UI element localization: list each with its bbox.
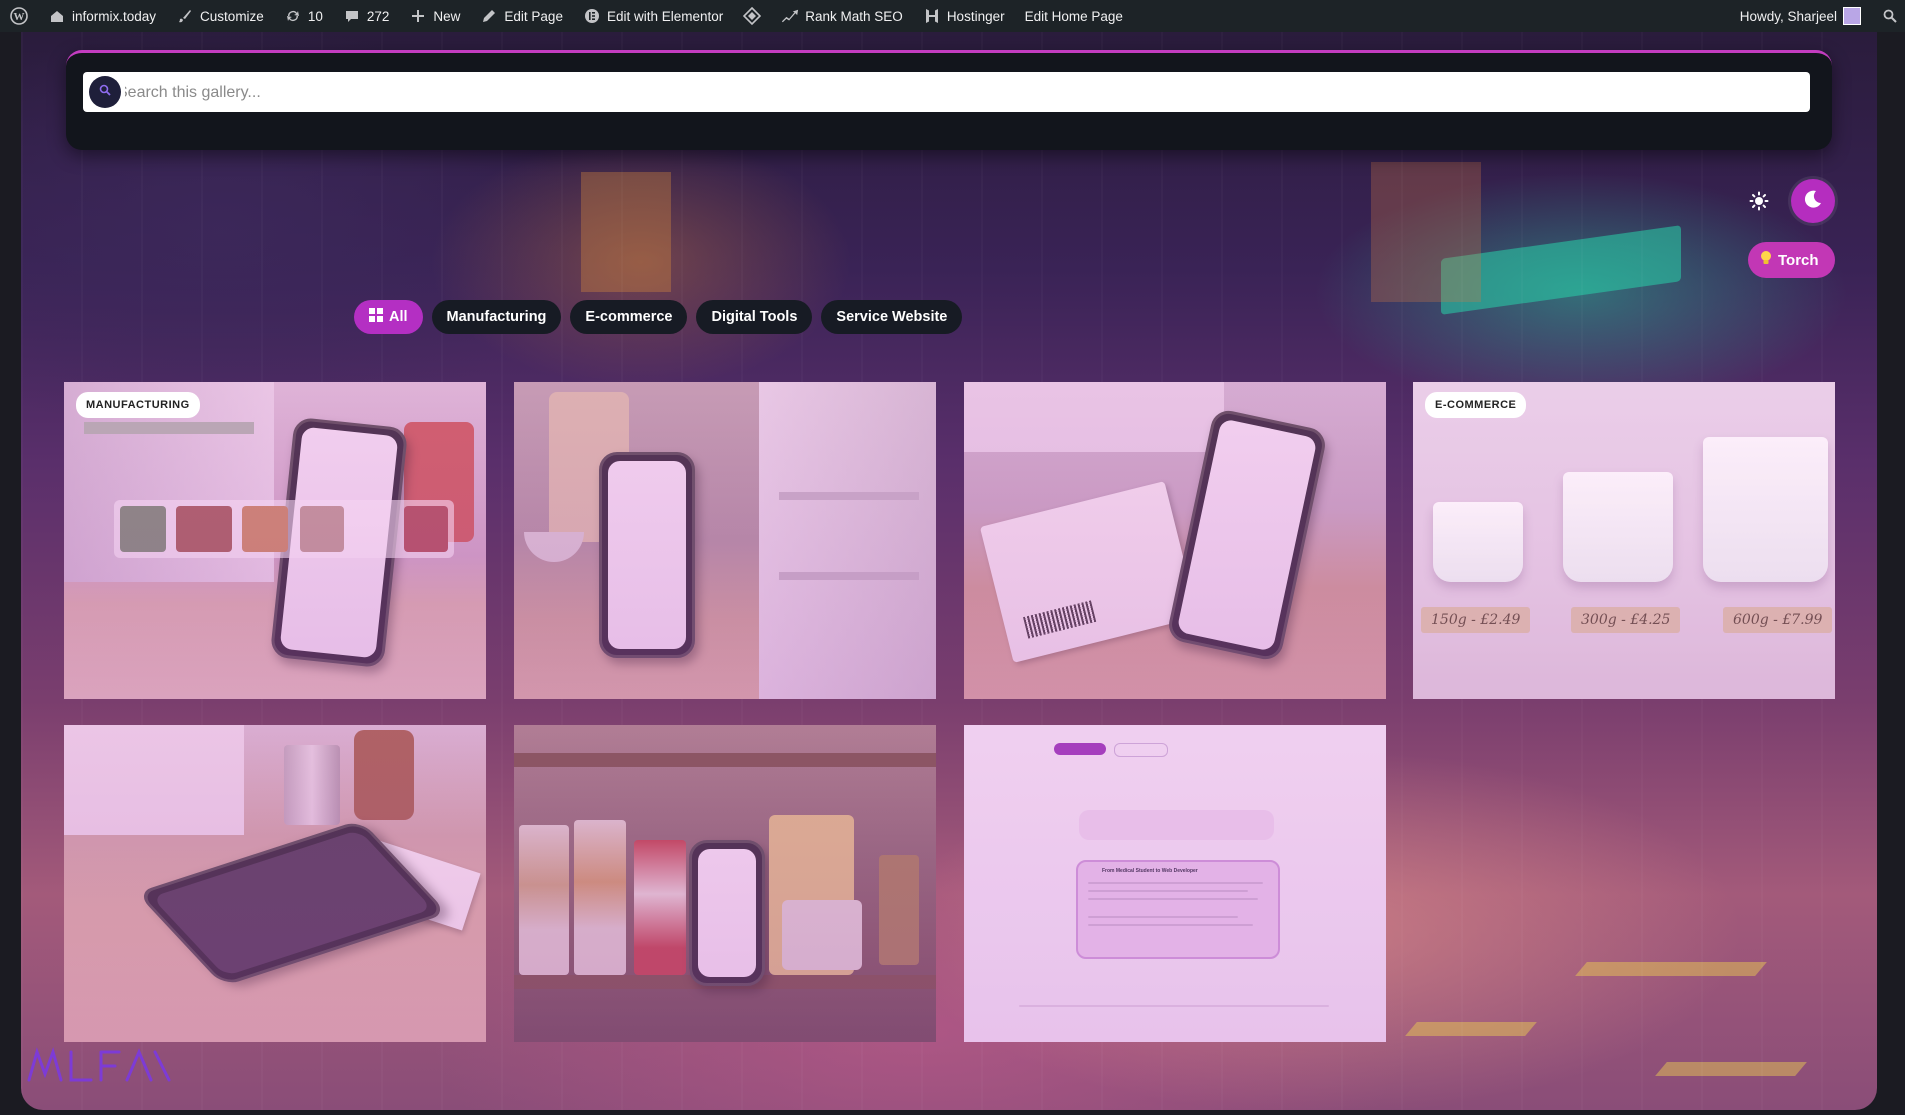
grid-icon xyxy=(369,308,383,326)
rank-math-link[interactable]: Rank Math SEO xyxy=(771,0,913,32)
rank-math-icon xyxy=(781,7,799,25)
background-building xyxy=(1371,162,1481,302)
admin-search-button[interactable] xyxy=(1871,0,1905,32)
light-mode-button[interactable] xyxy=(1746,190,1772,216)
search-panel xyxy=(66,50,1832,150)
search-icon xyxy=(99,83,111,101)
torch-label: Torch xyxy=(1778,251,1819,269)
tile-overlay xyxy=(514,725,936,1042)
dark-mode-button[interactable] xyxy=(1791,179,1835,223)
lightbulb-icon xyxy=(1760,250,1772,270)
avatar xyxy=(1843,7,1861,25)
tile-overlay xyxy=(64,725,486,1042)
edit-elementor-label: Edit with Elementor xyxy=(606,8,724,24)
site-name-label: informix.today xyxy=(72,8,157,24)
background-road-marking xyxy=(1575,962,1767,976)
new-label: New xyxy=(433,8,461,24)
search-input[interactable] xyxy=(123,72,1787,114)
edit-home-label: Edit Home Page xyxy=(1024,8,1123,24)
home-icon xyxy=(48,7,66,25)
diamond-icon xyxy=(743,7,762,25)
gallery-item[interactable]: MANUFACTURING xyxy=(64,382,486,699)
search-icon xyxy=(1881,7,1899,25)
gallery-item[interactable] xyxy=(514,382,936,699)
tile-overlay xyxy=(1413,382,1835,699)
hostinger-label: Hostinger xyxy=(946,8,1005,24)
hostinger-link[interactable]: Hostinger xyxy=(913,0,1015,32)
elementor-icon xyxy=(583,7,601,25)
category-filters: All Manufacturing E-commerce Digital Too… xyxy=(354,300,963,334)
background-road-marking xyxy=(1405,1022,1537,1036)
comments-count: 272 xyxy=(366,8,390,24)
filter-label: All xyxy=(389,309,408,325)
tile-overlay xyxy=(64,382,486,699)
svg-text:W: W xyxy=(14,11,25,23)
gallery-item[interactable] xyxy=(64,725,486,1042)
wordpress-logo-button[interactable]: W xyxy=(0,0,38,32)
customize-label: Customize xyxy=(200,8,264,24)
search-box xyxy=(83,72,1810,114)
comments-link[interactable]: 272 xyxy=(333,0,400,32)
filter-digital-tools[interactable]: Digital Tools xyxy=(696,300,813,334)
search-button[interactable] xyxy=(89,76,121,108)
tile-overlay xyxy=(964,382,1386,699)
rank-math-label: Rank Math SEO xyxy=(805,8,903,24)
filter-label: Manufacturing xyxy=(446,309,547,325)
account-menu[interactable]: Howdy, Sharjeel xyxy=(1730,0,1871,32)
background-building xyxy=(581,172,671,292)
site-logo xyxy=(23,1040,173,1091)
tile-overlay xyxy=(514,382,936,699)
greeting-label: Howdy, Sharjeel xyxy=(1739,8,1837,24)
gallery-item[interactable]: 150g - £2.49 300g - £4.25 600g - £7.99 E… xyxy=(1413,382,1835,699)
tile-overlay xyxy=(964,725,1386,1042)
filter-label: Service Website xyxy=(836,309,948,325)
sun-icon xyxy=(1749,191,1769,216)
new-content-link[interactable]: New xyxy=(399,0,470,32)
category-badge: MANUFACTURING xyxy=(76,392,200,418)
filter-label: Digital Tools xyxy=(711,309,798,325)
pencil-icon xyxy=(480,7,498,25)
edit-page-label: Edit Page xyxy=(504,8,563,24)
refresh-icon xyxy=(284,7,302,25)
background-road-marking xyxy=(1655,1062,1807,1076)
torch-button[interactable]: Torch xyxy=(1748,242,1835,278)
updates-count: 10 xyxy=(307,8,323,24)
filter-manufacturing[interactable]: Manufacturing xyxy=(431,300,562,334)
gallery-item[interactable]: From Medical Student to Web Developer xyxy=(964,725,1386,1042)
gallery-item[interactable] xyxy=(514,725,936,1042)
wordpress-icon: W xyxy=(10,7,28,25)
hostinger-icon xyxy=(923,7,941,25)
filter-label: E-commerce xyxy=(585,309,673,325)
filter-all[interactable]: All xyxy=(354,300,423,334)
filter-service-website[interactable]: Service Website xyxy=(821,300,963,334)
admin-bar: W informix.today Customize 10 272 New Ed… xyxy=(0,0,1905,32)
category-badge: E-COMMERCE xyxy=(1425,392,1527,418)
updates-link[interactable]: 10 xyxy=(274,0,333,32)
site-name-link[interactable]: informix.today xyxy=(38,0,166,32)
filter-e-commerce[interactable]: E-commerce xyxy=(570,300,688,334)
edit-page-link[interactable]: Edit Page xyxy=(470,0,573,32)
customize-link[interactable]: Customize xyxy=(166,0,274,32)
comment-icon xyxy=(343,7,361,25)
paintbrush-icon xyxy=(176,7,194,25)
moon-icon xyxy=(1802,188,1824,215)
plus-icon xyxy=(409,7,427,25)
diamond-menu-link[interactable] xyxy=(733,0,771,32)
page-frame: Torch All Manufacturing E-commerce Digit… xyxy=(21,32,1877,1110)
edit-home-link[interactable]: Edit Home Page xyxy=(1015,0,1133,32)
edit-elementor-link[interactable]: Edit with Elementor xyxy=(573,0,733,32)
gallery-item[interactable] xyxy=(964,382,1386,699)
